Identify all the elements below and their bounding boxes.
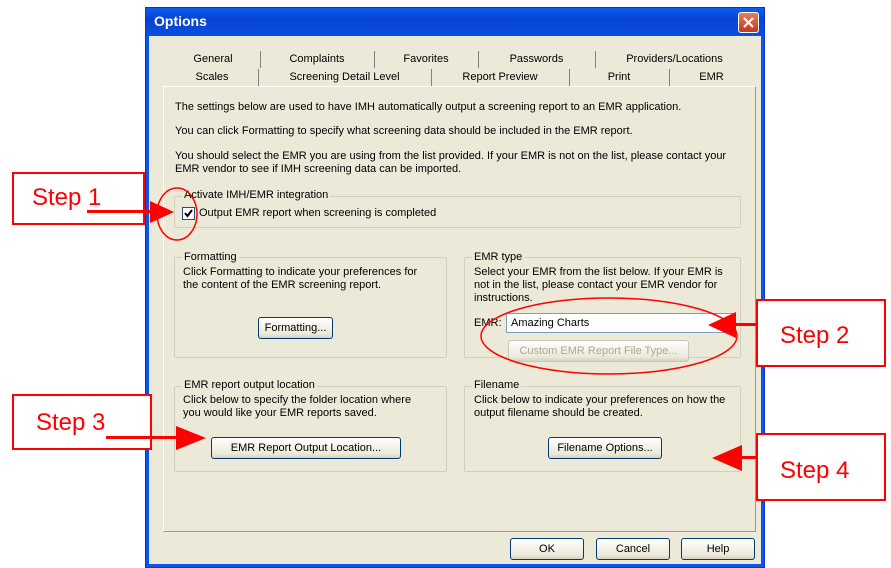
step-2-arrow-line: [734, 323, 756, 326]
emr-type-desc-1: Select your EMR from the list below. If …: [474, 266, 723, 278]
formatting-group-title: Formatting: [182, 251, 239, 263]
step-3-arrow-icon: [176, 426, 206, 450]
intro-line-3a: You should select the EMR you are using …: [175, 150, 727, 162]
intro-line-1: The settings below are used to have IMH …: [175, 101, 682, 113]
filename-options-button[interactable]: Filename Options...: [548, 437, 662, 459]
help-button[interactable]: Help: [681, 538, 755, 560]
tab-emr[interactable]: EMR: [669, 69, 754, 86]
tab-row-1: General Complaints Favorites Passwords P…: [166, 51, 754, 68]
window-title: Options: [154, 13, 207, 29]
tab-complaints[interactable]: Complaints: [260, 51, 375, 68]
tab-row-2: Scales Screening Detail Level Report Pre…: [166, 69, 754, 86]
formatting-desc-2: the content of the EMR screening report.: [183, 279, 382, 291]
step-2-highlight-ellipse: [480, 297, 738, 375]
emr-report-output-location-button[interactable]: EMR Report Output Location...: [211, 437, 401, 459]
intro-line-3b: EMR vendor to see if IMH screening data …: [175, 163, 462, 175]
step-4-arrow-line: [740, 456, 756, 459]
tab-screening-detail-level[interactable]: Screening Detail Level: [258, 69, 432, 86]
formatting-desc-1: Click Formatting to indicate your prefer…: [183, 266, 418, 278]
tab-passwords[interactable]: Passwords: [478, 51, 596, 68]
filename-desc-1: Click below to indicate your preferences…: [474, 394, 726, 406]
close-icon: [743, 17, 754, 28]
activate-group-title: Activate IMH/EMR integration: [182, 189, 331, 201]
title-bar[interactable]: [146, 8, 764, 36]
cancel-button[interactable]: Cancel: [596, 538, 670, 560]
tab-print[interactable]: Print: [569, 69, 670, 86]
intro-line-2: You can click Formatting to specify what…: [175, 125, 633, 137]
filename-desc-2: output filename should be created.: [474, 407, 643, 419]
output-location-group-title: EMR report output location: [182, 379, 317, 391]
step-2-callout: Step 2: [756, 299, 886, 367]
close-button[interactable]: [738, 12, 759, 33]
emr-type-group-title: EMR type: [472, 251, 525, 263]
step-3-callout: Step 3: [12, 394, 152, 450]
formatting-button[interactable]: Formatting...: [258, 317, 333, 339]
tab-scales[interactable]: Scales: [166, 69, 259, 86]
ok-button[interactable]: OK: [510, 538, 584, 560]
tab-providers-locations[interactable]: Providers/Locations: [595, 51, 754, 68]
tab-general[interactable]: General: [166, 51, 261, 68]
tab-report-preview[interactable]: Report Preview: [431, 69, 570, 86]
step-1-highlight-circle: [156, 187, 198, 241]
step-4-callout: Step 4: [756, 433, 886, 501]
emr-type-desc-2: not in the list, please contact your EMR…: [474, 279, 718, 291]
step-1-callout: Step 1: [12, 172, 145, 225]
output-emr-checkbox-label[interactable]: Output EMR report when screening is comp…: [199, 207, 436, 219]
filename-group-title: Filename: [472, 379, 522, 391]
step-3-arrow-line: [106, 436, 180, 439]
tab-favorites[interactable]: Favorites: [374, 51, 479, 68]
output-location-desc-2: you would like your EMR reports saved.: [183, 407, 377, 419]
output-location-desc-1: Click below to specify the folder locati…: [183, 394, 412, 406]
